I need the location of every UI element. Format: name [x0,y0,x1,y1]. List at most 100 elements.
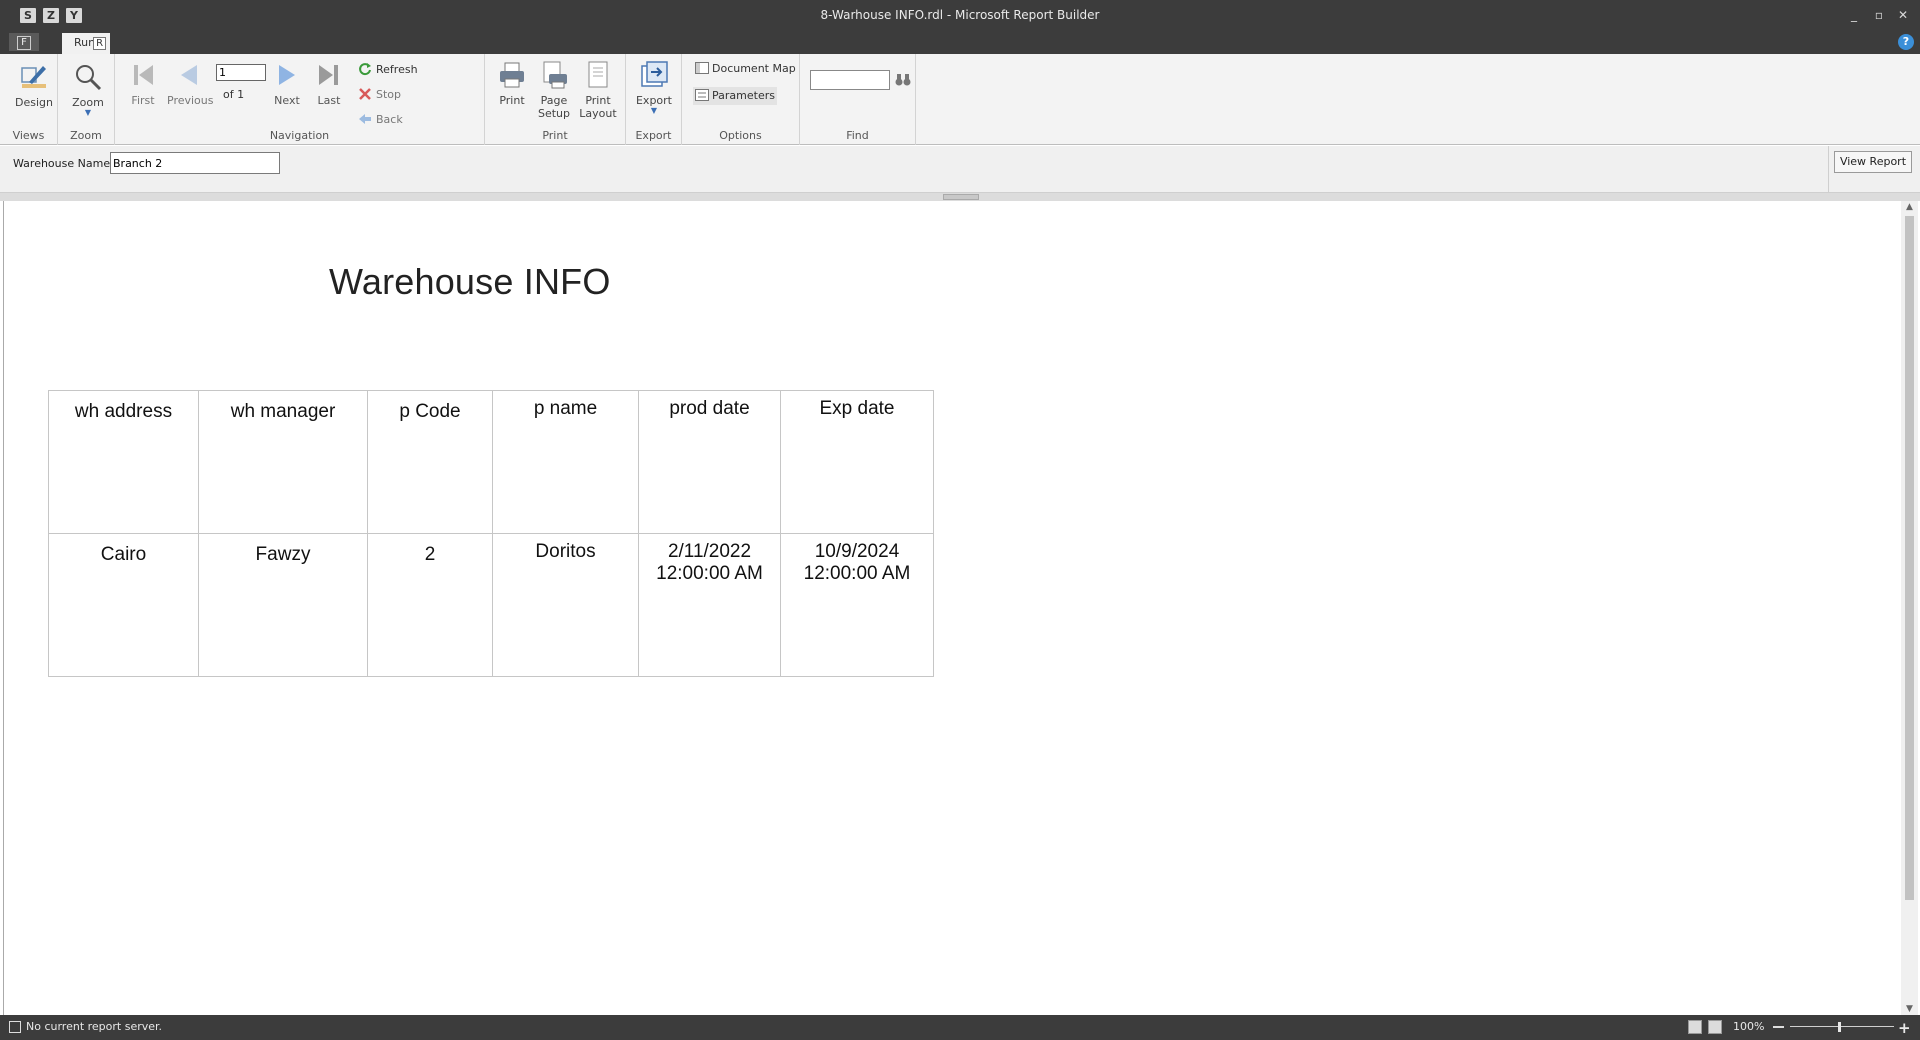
printer-icon [500,62,524,88]
zoom-out-icon[interactable] [1773,1026,1784,1028]
status-bar: No current report server. 100% + [0,1015,1920,1040]
document-map-label: Document Map [712,62,796,75]
last-page-button[interactable]: Last [308,60,350,107]
print-layout-icon [588,61,608,88]
find-input[interactable] [810,70,890,90]
page-setup-icon [543,61,567,89]
export-button[interactable]: Export ▼ [633,60,675,115]
first-page-button[interactable]: First [122,60,164,107]
ribbon-tab-row: F RunR ? [0,31,1920,54]
stop-label: Stop [376,88,402,101]
cell-p-code: 2 [367,533,493,677]
stop-button[interactable]: Stop [358,87,401,102]
refresh-icon [359,63,371,76]
next-page-icon [279,65,295,85]
back-button[interactable]: Back [358,112,403,127]
group-zoom: Zoom ▼ Zoom [58,54,115,145]
header-p-name: p name [492,390,639,534]
tab-run[interactable]: RunR [62,33,110,54]
stop-icon [359,88,371,100]
group-navigation: First Previous of 1 Next Last Refresh St… [115,54,485,145]
previous-page-icon [181,65,197,85]
print-button[interactable]: Print [491,60,533,107]
scroll-up-icon[interactable]: ▲ [1901,202,1918,212]
group-find: Find [800,54,916,145]
print-layout-label-1: Print [585,94,611,107]
last-page-label: Last [317,94,341,107]
scroll-down-icon[interactable]: ▼ [1901,1004,1918,1014]
group-export-label: Export [635,129,672,142]
param-divider [1828,146,1829,193]
parameter-pane: Warehouse Name View Report [0,146,1920,193]
zoom-slider[interactable] [1790,1026,1894,1027]
server-status-icon [9,1021,21,1033]
minimize-button[interactable]: _ [1847,8,1861,22]
zoom-button[interactable]: Zoom ▼ [67,62,109,117]
header-wh-address: wh address [48,390,199,534]
design-label: Design [15,96,53,109]
page-setup-label-2: Setup [537,107,571,120]
print-layout-button[interactable]: Print Layout [577,60,619,120]
parameters-button[interactable]: Parameters [693,87,777,105]
status-text: No current report server. [26,1020,163,1033]
group-print: Print Page Setup Print Layout Print [485,54,626,145]
group-navigation-label: Navigation [269,129,330,142]
vertical-scrollbar[interactable]: ▲ ▼ [1901,201,1918,1015]
restore-button[interactable]: ▫ [1872,8,1886,22]
report-title: Warehouse INFO [329,261,611,302]
splitter-grip[interactable] [943,194,979,200]
window-title: 8-Warhouse INFO.rdl - Microsoft Report B… [820,8,1100,22]
design-icon [21,66,46,88]
tab-run-key: R [93,37,107,50]
export-dropdown-icon: ▼ [650,106,658,115]
print-view-icon[interactable] [1708,1020,1722,1034]
print-layout-label-2: Layout [579,107,617,120]
parameter-splitter[interactable] [0,193,1920,201]
group-find-label: Find [846,129,869,142]
back-label: Back [376,113,403,126]
cell-prod-date: 2/11/2022 12:00:00 AM [638,533,781,677]
page-setup-button[interactable]: Page Setup [533,60,575,120]
header-exp-date: Exp date [780,390,934,534]
parameters-label: Parameters [712,89,775,102]
header-p-code: p Code [367,390,493,534]
header-prod-date: prod date [638,390,781,534]
close-button[interactable]: ✕ [1896,8,1910,22]
next-page-button[interactable]: Next [266,60,308,107]
tab-file[interactable]: F [9,33,39,51]
zoom-dropdown-icon: ▼ [84,108,92,117]
zoom-percentage: 100% [1733,1020,1765,1033]
page-view-icon[interactable] [1688,1020,1702,1034]
warehouse-name-input[interactable] [110,152,280,174]
cell-p-name: Doritos [492,533,639,677]
group-options: Document Map Parameters Options [682,54,800,145]
next-page-label: Next [274,94,300,107]
scroll-thumb[interactable] [1905,216,1914,900]
find-binoculars-icon[interactable] [895,72,911,91]
group-export: Export ▼ Export [626,54,682,145]
table-row: Cairo Fawzy 2 Doritos 2/11/2022 12:00:00… [48,533,934,677]
ribbon: Design Views Zoom ▼ Zoom First Previous … [0,54,1920,145]
report-viewer: Warehouse INFO wh address wh manager p C… [3,201,1900,1015]
zoom-slider-thumb[interactable] [1838,1022,1841,1032]
title-bar: S Z Y 8-Warhouse INFO.rdl - Microsoft Re… [0,0,1920,31]
cell-wh-manager: Fawzy [198,533,368,677]
view-report-button[interactable]: View Report [1834,151,1912,173]
design-button[interactable]: Design [13,62,55,109]
page-setup-label-1: Page [540,94,568,107]
document-map-button[interactable]: Document Map [693,60,805,78]
current-page-input[interactable] [216,64,266,81]
zoom-in-icon[interactable]: + [1898,1019,1911,1037]
refresh-button[interactable]: Refresh [358,62,418,77]
warehouse-name-label: Warehouse Name [13,157,111,170]
back-icon [359,114,371,124]
header-wh-manager: wh manager [198,390,368,534]
group-views: Design Views [0,54,58,145]
first-page-icon [134,65,153,85]
export-icon [641,61,668,87]
group-views-label: Views [12,129,45,142]
help-icon[interactable]: ? [1898,34,1914,50]
previous-page-button[interactable]: Previous [167,60,214,107]
cell-exp-date: 10/9/2024 12:00:00 AM [780,533,934,677]
tab-run-label: Run [74,36,96,49]
